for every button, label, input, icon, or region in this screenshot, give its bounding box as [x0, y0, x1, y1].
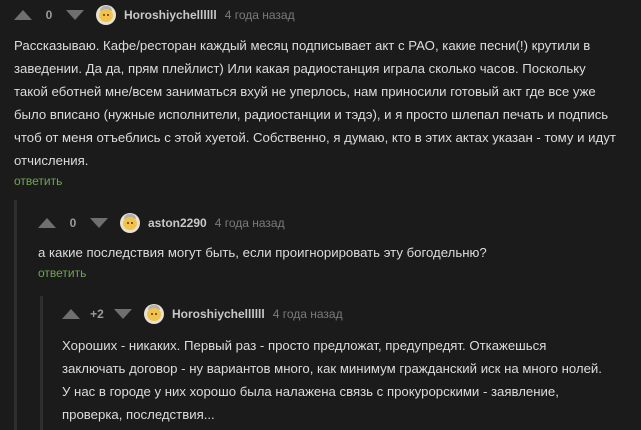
comment-time[interactable]: 4 года назад — [273, 307, 343, 321]
upvote-arrow-icon[interactable] — [38, 218, 56, 228]
comment-text: Хороших - никаких. Первый раз - просто п… — [62, 338, 602, 422]
comment-author[interactable]: Horoshiychellllll — [172, 307, 265, 321]
comment: 0 aston2290 4 года назад а какие последс… — [22, 209, 641, 282]
reply-link[interactable]: ответить — [38, 266, 86, 280]
downvote-arrow-icon[interactable] — [66, 10, 84, 20]
comment: +2 Horoshiychellllll 4 года назад Хороши… — [48, 300, 641, 426]
thread-line-level-2[interactable] — [40, 296, 43, 430]
downvote-arrow-icon[interactable] — [90, 218, 108, 228]
avatar[interactable] — [96, 5, 116, 25]
comment-header: 0 aston2290 4 года назад — [22, 209, 641, 237]
comment-text: Рассказываю. Кафе/ресторан каждый месяц … — [14, 38, 616, 168]
comment-header: 0 Horoshiychellllll 4 года назад — [0, 0, 641, 29]
comment-rating: 0 — [45, 8, 53, 22]
upvote-arrow-icon[interactable] — [14, 10, 32, 20]
reply-link[interactable]: ответить — [14, 174, 62, 188]
comment-time[interactable]: 4 года назад — [225, 8, 295, 22]
comment-author[interactable]: Horoshiychellllll — [124, 8, 217, 22]
downvote-arrow-icon[interactable] — [114, 309, 132, 319]
avatar[interactable] — [144, 304, 164, 324]
avatar[interactable] — [120, 213, 140, 233]
comment-rating: 0 — [69, 216, 77, 230]
comment-text: а какие последствия могут быть, если про… — [38, 245, 487, 260]
comment-rating: +2 — [90, 307, 104, 321]
comment: 0 Horoshiychellllll 4 года назад Рассказ… — [0, 0, 641, 190]
comment-header: +2 Horoshiychellllll 4 года назад — [48, 300, 641, 328]
thread-line-level-1[interactable] — [14, 200, 17, 430]
comment-time[interactable]: 4 года назад — [215, 216, 285, 230]
upvote-arrow-icon[interactable] — [62, 309, 80, 319]
comment-author[interactable]: aston2290 — [148, 216, 207, 230]
